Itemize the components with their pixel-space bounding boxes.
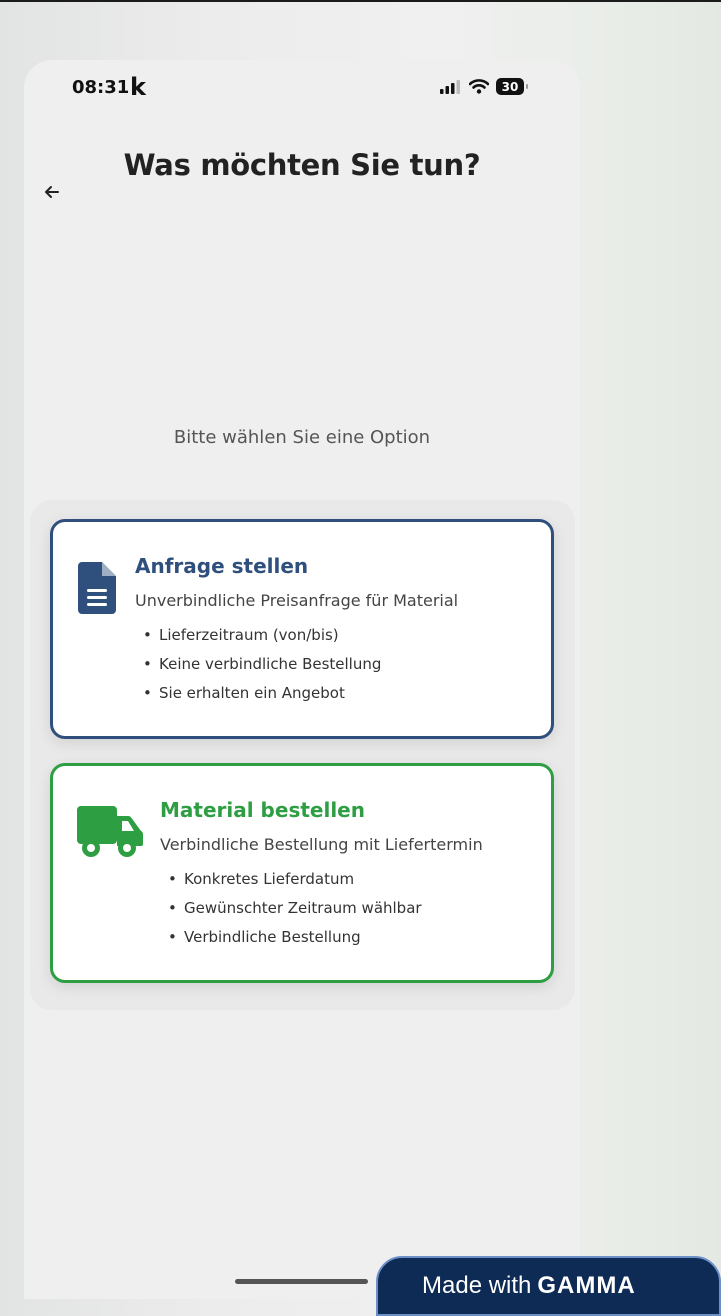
option-card-material[interactable]: Material bestellen Verbindliche Bestellu… [50,763,554,983]
status-bar: 08:31 k 30 [0,0,721,110]
gamma-logo: GAMMA [537,1272,636,1299]
option-subtitle: Verbindliche Bestellung mit Liefertermin [160,835,483,854]
status-time: 08:31 [72,77,130,98]
option-subtitle: Unverbindliche Preisanfrage für Material [135,591,459,610]
back-arrow-icon[interactable] [41,181,63,203]
bullet-item: Lieferzeitraum (von/bis) [143,621,381,650]
option-card-anfrage[interactable]: Anfrage stellen Unverbindliche Preisanfr… [50,519,554,739]
option-title: Material bestellen [160,798,365,822]
status-icons: 30 [440,78,528,95]
option-title: Anfrage stellen [135,554,309,578]
bullet-item: Keine verbindliche Bestellung [143,650,381,679]
battery-icon: 30 [496,78,528,95]
app-indicator: k [130,73,146,101]
made-with-gamma-badge[interactable]: Made with GAMMA [376,1256,721,1316]
option-bullets: Lieferzeitraum (von/bis) Keine verbindli… [143,621,381,708]
badge-prefix: Made with [422,1272,532,1299]
home-indicator[interactable] [235,1279,368,1284]
wifi-icon [469,79,489,94]
option-bullets: Konkretes Lieferdatum Gewünschter Zeitra… [168,865,422,952]
battery-level: 30 [501,79,519,94]
document-icon [78,562,116,614]
signal-icon [440,79,460,94]
bullet-item: Gewünschter Zeitraum wählbar [168,894,422,923]
page-title: Was möchten Sie tun? [123,148,481,182]
bullet-item: Sie erhalten ein Angebot [143,679,381,708]
bullet-item: Konkretes Lieferdatum [168,865,422,894]
option-prompt: Bitte wählen Sie eine Option [173,427,431,448]
truck-icon [77,806,143,857]
bullet-item: Verbindliche Bestellung [168,923,422,952]
